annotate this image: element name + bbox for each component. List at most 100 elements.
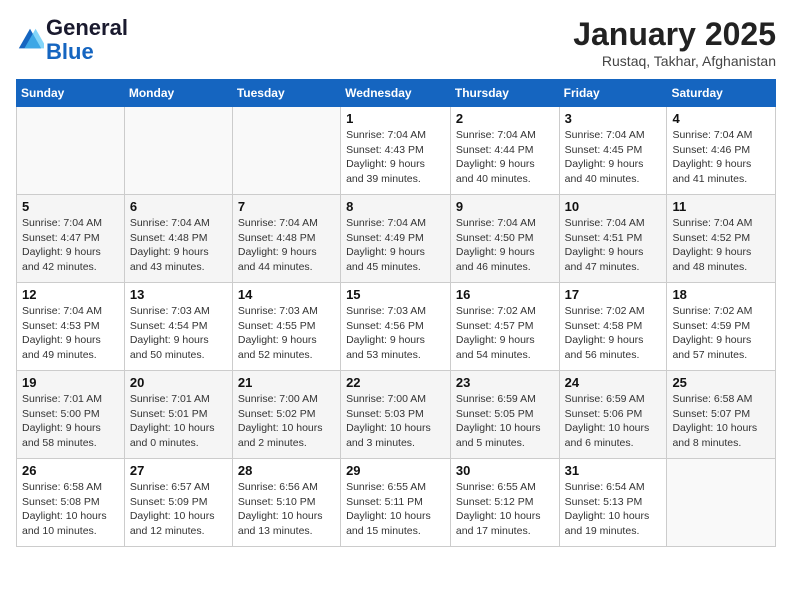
day-info: Sunrise: 7:04 AM Sunset: 4:48 PM Dayligh… (130, 216, 227, 275)
day-number: 5 (22, 199, 119, 214)
day-number: 28 (238, 463, 335, 478)
day-info: Sunrise: 7:04 AM Sunset: 4:46 PM Dayligh… (672, 128, 770, 187)
calendar-cell: 30 Sunrise: 6:55 AM Sunset: 5:12 PM Dayli… (450, 459, 559, 547)
calendar-cell: 17 Sunrise: 7:02 AM Sunset: 4:58 PM Dayli… (559, 283, 667, 371)
day-number: 29 (346, 463, 445, 478)
day-number: 9 (456, 199, 554, 214)
weekday-header-saturday: Saturday (667, 80, 776, 107)
day-number: 26 (22, 463, 119, 478)
day-number: 10 (565, 199, 662, 214)
day-number: 4 (672, 111, 770, 126)
calendar-cell: 31Sunrise: 6:54 AM Sunset: 5:13 PM Dayli… (559, 459, 667, 547)
day-number: 14 (238, 287, 335, 302)
day-info: Sunrise: 7:04 AM Sunset: 4:43 PM Dayligh… (346, 128, 445, 187)
day-number: 7 (238, 199, 335, 214)
title-area: January 2025 Rustaq, Takhar, Afghanistan (573, 16, 776, 69)
day-info: Sunrise: 7:02 AM Sunset: 4:58 PM Dayligh… (565, 304, 662, 363)
calendar-cell: 8 Sunrise: 7:04 AM Sunset: 4:49 PM Daylig… (341, 195, 451, 283)
week-row-3: 12Sunrise: 7:04 AM Sunset: 4:53 PM Dayli… (17, 283, 776, 371)
day-number: 16 (456, 287, 554, 302)
calendar-cell: 19 Sunrise: 7:01 AM Sunset: 5:00 PM Dayli… (17, 371, 125, 459)
calendar-cell (232, 107, 340, 195)
day-number: 18 (672, 287, 770, 302)
calendar-cell (667, 459, 776, 547)
day-number: 21 (238, 375, 335, 390)
weekday-header-row: SundayMondayTuesdayWednesdayThursdayFrid… (17, 80, 776, 107)
day-info: Sunrise: 7:00 AM Sunset: 5:02 PM Dayligh… (238, 392, 335, 451)
calendar-cell: 7 Sunrise: 7:04 AM Sunset: 4:48 PM Daylig… (232, 195, 340, 283)
weekday-header-friday: Friday (559, 80, 667, 107)
day-info: Sunrise: 7:01 AM Sunset: 5:00 PM Dayligh… (22, 392, 119, 451)
logo-text: General Blue (46, 16, 128, 64)
day-number: 19 (22, 375, 119, 390)
day-number: 8 (346, 199, 445, 214)
day-number: 15 (346, 287, 445, 302)
day-number: 6 (130, 199, 227, 214)
calendar-cell: 9 Sunrise: 7:04 AM Sunset: 4:50 PM Daylig… (450, 195, 559, 283)
day-number: 24 (565, 375, 662, 390)
calendar-cell: 28Sunrise: 6:56 AM Sunset: 5:10 PM Dayli… (232, 459, 340, 547)
weekday-header-tuesday: Tuesday (232, 80, 340, 107)
day-info: Sunrise: 7:04 AM Sunset: 4:44 PM Dayligh… (456, 128, 554, 187)
day-info: Sunrise: 7:04 AM Sunset: 4:53 PM Dayligh… (22, 304, 119, 363)
day-info: Sunrise: 7:03 AM Sunset: 4:54 PM Dayligh… (130, 304, 227, 363)
location-subtitle: Rustaq, Takhar, Afghanistan (573, 53, 776, 69)
day-number: 1 (346, 111, 445, 126)
week-row-4: 19 Sunrise: 7:01 AM Sunset: 5:00 PM Dayli… (17, 371, 776, 459)
day-number: 27 (130, 463, 227, 478)
calendar-cell: 4 Sunrise: 7:04 AM Sunset: 4:46 PM Daylig… (667, 107, 776, 195)
day-number: 17 (565, 287, 662, 302)
calendar-cell: 13 Sunrise: 7:03 AM Sunset: 4:54 PM Dayli… (124, 283, 232, 371)
day-info: Sunrise: 6:55 AM Sunset: 5:12 PM Dayligh… (456, 480, 554, 539)
day-info: Sunrise: 7:04 AM Sunset: 4:50 PM Dayligh… (456, 216, 554, 275)
day-info: Sunrise: 6:58 AM Sunset: 5:08 PM Dayligh… (22, 480, 119, 539)
day-number: 11 (672, 199, 770, 214)
calendar-cell (17, 107, 125, 195)
day-info: Sunrise: 7:04 AM Sunset: 4:52 PM Dayligh… (672, 216, 770, 275)
calendar-cell: 12Sunrise: 7:04 AM Sunset: 4:53 PM Dayli… (17, 283, 125, 371)
weekday-header-monday: Monday (124, 80, 232, 107)
calendar-cell: 25 Sunrise: 6:58 AM Sunset: 5:07 PM Dayli… (667, 371, 776, 459)
calendar-cell: 20Sunrise: 7:01 AM Sunset: 5:01 PM Dayli… (124, 371, 232, 459)
day-number: 23 (456, 375, 554, 390)
day-number: 25 (672, 375, 770, 390)
calendar-cell: 23Sunrise: 6:59 AM Sunset: 5:05 PM Dayli… (450, 371, 559, 459)
logo-icon (16, 26, 44, 54)
day-info: Sunrise: 6:57 AM Sunset: 5:09 PM Dayligh… (130, 480, 227, 539)
day-number: 3 (565, 111, 662, 126)
calendar-cell: 6 Sunrise: 7:04 AM Sunset: 4:48 PM Daylig… (124, 195, 232, 283)
calendar-cell: 24Sunrise: 6:59 AM Sunset: 5:06 PM Dayli… (559, 371, 667, 459)
day-info: Sunrise: 6:54 AM Sunset: 5:13 PM Dayligh… (565, 480, 662, 539)
calendar-cell: 11 Sunrise: 7:04 AM Sunset: 4:52 PM Dayli… (667, 195, 776, 283)
day-info: Sunrise: 7:04 AM Sunset: 4:45 PM Dayligh… (565, 128, 662, 187)
day-info: Sunrise: 6:58 AM Sunset: 5:07 PM Dayligh… (672, 392, 770, 451)
calendar-table: SundayMondayTuesdayWednesdayThursdayFrid… (16, 79, 776, 547)
week-row-2: 5 Sunrise: 7:04 AM Sunset: 4:47 PM Daylig… (17, 195, 776, 283)
calendar-cell: 1 Sunrise: 7:04 AM Sunset: 4:43 PM Daylig… (341, 107, 451, 195)
day-info: Sunrise: 7:03 AM Sunset: 4:55 PM Dayligh… (238, 304, 335, 363)
calendar-cell: 21 Sunrise: 7:00 AM Sunset: 5:02 PM Dayli… (232, 371, 340, 459)
day-number: 13 (130, 287, 227, 302)
day-info: Sunrise: 7:04 AM Sunset: 4:51 PM Dayligh… (565, 216, 662, 275)
weekday-header-wednesday: Wednesday (341, 80, 451, 107)
weekday-header-thursday: Thursday (450, 80, 559, 107)
day-info: Sunrise: 7:04 AM Sunset: 4:49 PM Dayligh… (346, 216, 445, 275)
calendar-cell: 27 Sunrise: 6:57 AM Sunset: 5:09 PM Dayli… (124, 459, 232, 547)
day-info: Sunrise: 6:55 AM Sunset: 5:11 PM Dayligh… (346, 480, 445, 539)
calendar-cell: 22Sunrise: 7:00 AM Sunset: 5:03 PM Dayli… (341, 371, 451, 459)
calendar-cell: 2Sunrise: 7:04 AM Sunset: 4:44 PM Daylig… (450, 107, 559, 195)
calendar-cell: 10 Sunrise: 7:04 AM Sunset: 4:51 PM Dayli… (559, 195, 667, 283)
day-info: Sunrise: 7:02 AM Sunset: 4:57 PM Dayligh… (456, 304, 554, 363)
day-info: Sunrise: 7:04 AM Sunset: 4:48 PM Dayligh… (238, 216, 335, 275)
day-info: Sunrise: 7:03 AM Sunset: 4:56 PM Dayligh… (346, 304, 445, 363)
day-number: 30 (456, 463, 554, 478)
calendar-cell: 15 Sunrise: 7:03 AM Sunset: 4:56 PM Dayli… (341, 283, 451, 371)
calendar-cell: 16 Sunrise: 7:02 AM Sunset: 4:57 PM Dayli… (450, 283, 559, 371)
calendar-cell: 26 Sunrise: 6:58 AM Sunset: 5:08 PM Dayli… (17, 459, 125, 547)
logo: General Blue (16, 16, 128, 64)
calendar-cell: 3 Sunrise: 7:04 AM Sunset: 4:45 PM Daylig… (559, 107, 667, 195)
day-number: 22 (346, 375, 445, 390)
day-info: Sunrise: 7:04 AM Sunset: 4:47 PM Dayligh… (22, 216, 119, 275)
calendar-cell: 14 Sunrise: 7:03 AM Sunset: 4:55 PM Dayli… (232, 283, 340, 371)
page-header: General Blue January 2025 Rustaq, Takhar… (16, 16, 776, 69)
